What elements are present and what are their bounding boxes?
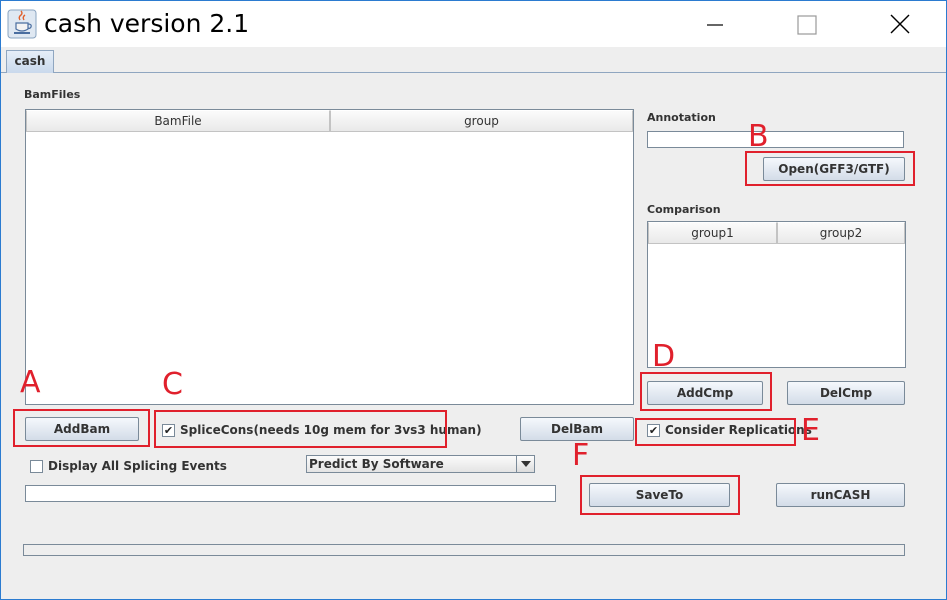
display-all-checkbox[interactable]: Display All Splicing Events [30,459,227,473]
progress-bar [23,544,905,556]
minimize-icon[interactable] [693,1,739,47]
annotation-box-b [745,151,915,186]
maximize-icon[interactable] [784,1,830,47]
annotation-box-d [640,372,772,411]
app-window: cash version 2.1 cash BamFiles BamFile g… [0,0,947,600]
annotation-letter-c: C [162,367,183,402]
annotation-box-c [154,410,447,448]
annotation-letter-f: F [572,438,590,473]
display-all-label: Display All Splicing Events [48,459,227,473]
bamfiles-label: BamFiles [24,88,81,101]
annotation-letter-b: B [748,119,769,154]
chevron-down-icon[interactable] [516,456,534,472]
window-title: cash version 2.1 [44,9,250,38]
title-bar: cash version 2.1 [1,1,946,47]
comparison-label: Comparison [647,203,721,216]
tab-cash[interactable]: cash [6,50,54,73]
annotation-label: Annotation [647,111,716,124]
annotation-path-field[interactable] [647,131,904,148]
annotation-letter-d: D [652,339,676,374]
column-header-group2[interactable]: group2 [777,222,905,244]
column-header-group[interactable]: group [330,110,633,132]
predict-mode-select[interactable]: Predict By Software [306,455,535,473]
annotation-letter-e: E [801,413,820,448]
cash-panel: BamFiles BamFile group Annotation Open(G… [4,73,943,597]
predict-mode-value: Predict By Software [309,457,444,471]
bamfiles-table[interactable]: BamFile group [25,109,634,405]
close-icon[interactable] [877,1,923,47]
java-app-icon [7,9,37,39]
delete-comparison-button[interactable]: DelCmp [787,381,905,405]
annotation-letter-a: A [20,365,41,400]
annotation-box-a [13,409,150,447]
run-cash-button[interactable]: runCASH [776,483,905,507]
display-all-check-icon[interactable] [30,459,43,473]
comparison-table-header: group1 group2 [648,222,905,244]
column-header-bamfile[interactable]: BamFile [26,110,330,132]
annotation-box-f [580,475,740,515]
tab-strip: cash [1,47,946,73]
bamfiles-table-header: BamFile group [26,110,633,132]
comparison-table[interactable]: group1 group2 [647,221,906,368]
column-header-group1[interactable]: group1 [648,222,777,244]
annotation-box-e [635,418,796,446]
output-path-field[interactable] [25,485,556,502]
